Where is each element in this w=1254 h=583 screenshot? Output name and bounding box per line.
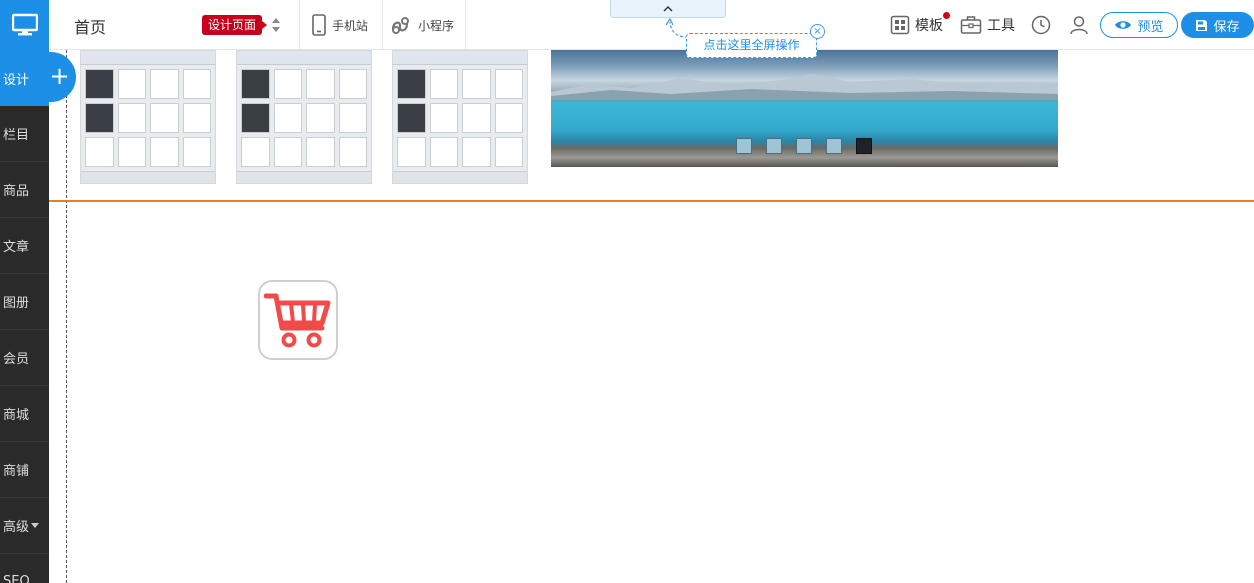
slider-dot[interactable] — [826, 138, 842, 154]
divider — [465, 0, 466, 50]
history-button[interactable] — [1031, 0, 1051, 50]
tools-button[interactable]: 工具 — [960, 0, 1015, 50]
sidebar-item-label: SEO — [3, 574, 30, 583]
save-icon — [1196, 19, 1208, 31]
sidebar-item-label: 商铺 — [3, 464, 30, 479]
section-divider — [49, 200, 1254, 202]
sort-icon[interactable] — [271, 17, 281, 33]
caret-down-icon — [31, 523, 40, 528]
user-icon — [1070, 16, 1088, 35]
sidebar-item-label: 图册 — [3, 296, 30, 311]
sidebar-item-label: 设计 — [3, 72, 30, 88]
sidebar-item-label: 栏目 — [3, 128, 30, 143]
sidebar-item-advanced[interactable]: 高级 — [0, 498, 49, 554]
image-thumbnail[interactable] — [80, 50, 216, 184]
template-button[interactable]: 模板 — [890, 0, 943, 50]
phone-icon — [312, 14, 326, 36]
sidebar-item-label: 高级 — [3, 520, 30, 535]
mobile-site-button[interactable]: 手机站 — [312, 0, 368, 50]
sidebar-item-shop[interactable]: 商铺 — [0, 442, 49, 498]
preview-label: 预览 — [1137, 19, 1164, 35]
sidebar-item-label: 会员 — [3, 352, 30, 367]
sidebar-item-album[interactable]: 图册 — [0, 274, 49, 330]
slider-dot[interactable] — [736, 138, 752, 154]
sidebar-item-product[interactable]: 商品 — [0, 162, 49, 218]
template-icon — [890, 15, 910, 35]
sidebar-item-seo[interactable]: SEO — [0, 554, 49, 583]
slider-dots — [736, 138, 872, 154]
slider-dot[interactable] — [796, 138, 812, 154]
preview-button[interactable]: 预览 — [1100, 12, 1178, 38]
image-thumbnail[interactable] — [236, 50, 372, 184]
page-title[interactable]: 首页 — [74, 14, 106, 38]
miniprogram-button[interactable]: 小程序 — [390, 0, 454, 50]
toolbox-icon — [960, 16, 982, 34]
page-guide-line — [66, 50, 67, 583]
divider — [382, 0, 383, 50]
miniprogram-icon — [391, 17, 409, 34]
save-button[interactable]: 保存 — [1181, 12, 1254, 38]
miniprogram-label: 小程序 — [418, 18, 455, 33]
chevron-up-icon — [663, 6, 673, 12]
eye-icon — [1115, 21, 1132, 29]
account-button[interactable] — [1069, 0, 1089, 50]
sidebar-item-column[interactable]: 栏目 — [0, 106, 49, 162]
image-thumbnail[interactable] — [392, 50, 528, 184]
app-window: 设计 栏目 商品 文章 图册 会员 商城 商铺 高级 SEO + 首页 设计页面… — [0, 0, 1254, 583]
sidebar-item-label: 商城 — [3, 408, 30, 423]
clock-icon — [1031, 15, 1051, 35]
slider-dot[interactable] — [766, 138, 782, 154]
mobile-site-label: 手机站 — [332, 18, 369, 33]
add-module-button[interactable]: + — [43, 52, 76, 102]
mountain-image — [551, 74, 1058, 100]
slider-dot-active[interactable] — [856, 138, 872, 154]
sidebar-item-design[interactable]: 设计 — [0, 50, 49, 106]
shopping-cart-icon[interactable] — [258, 280, 338, 360]
save-label: 保存 — [1213, 19, 1240, 35]
tools-label: 工具 — [987, 18, 1015, 34]
monitor-icon[interactable] — [0, 0, 49, 50]
sidebar-item-mall[interactable]: 商城 — [0, 386, 49, 442]
banner-slider[interactable] — [551, 50, 1058, 167]
notification-dot — [943, 12, 950, 19]
close-icon[interactable]: × — [810, 24, 825, 39]
template-label: 模板 — [915, 18, 943, 34]
design-page-tag: 设计页面 — [202, 15, 268, 35]
divider — [299, 0, 300, 50]
left-sidebar: 设计 栏目 商品 文章 图册 会员 商城 商铺 高级 SEO — [0, 0, 49, 583]
fullscreen-tip[interactable]: 点击这里全屏操作 — [686, 33, 817, 58]
sidebar-item-article[interactable]: 文章 — [0, 218, 49, 274]
sidebar-item-label: 商品 — [3, 184, 30, 199]
sidebar-item-label: 文章 — [3, 240, 30, 255]
sidebar-item-member[interactable]: 会员 — [0, 330, 49, 386]
